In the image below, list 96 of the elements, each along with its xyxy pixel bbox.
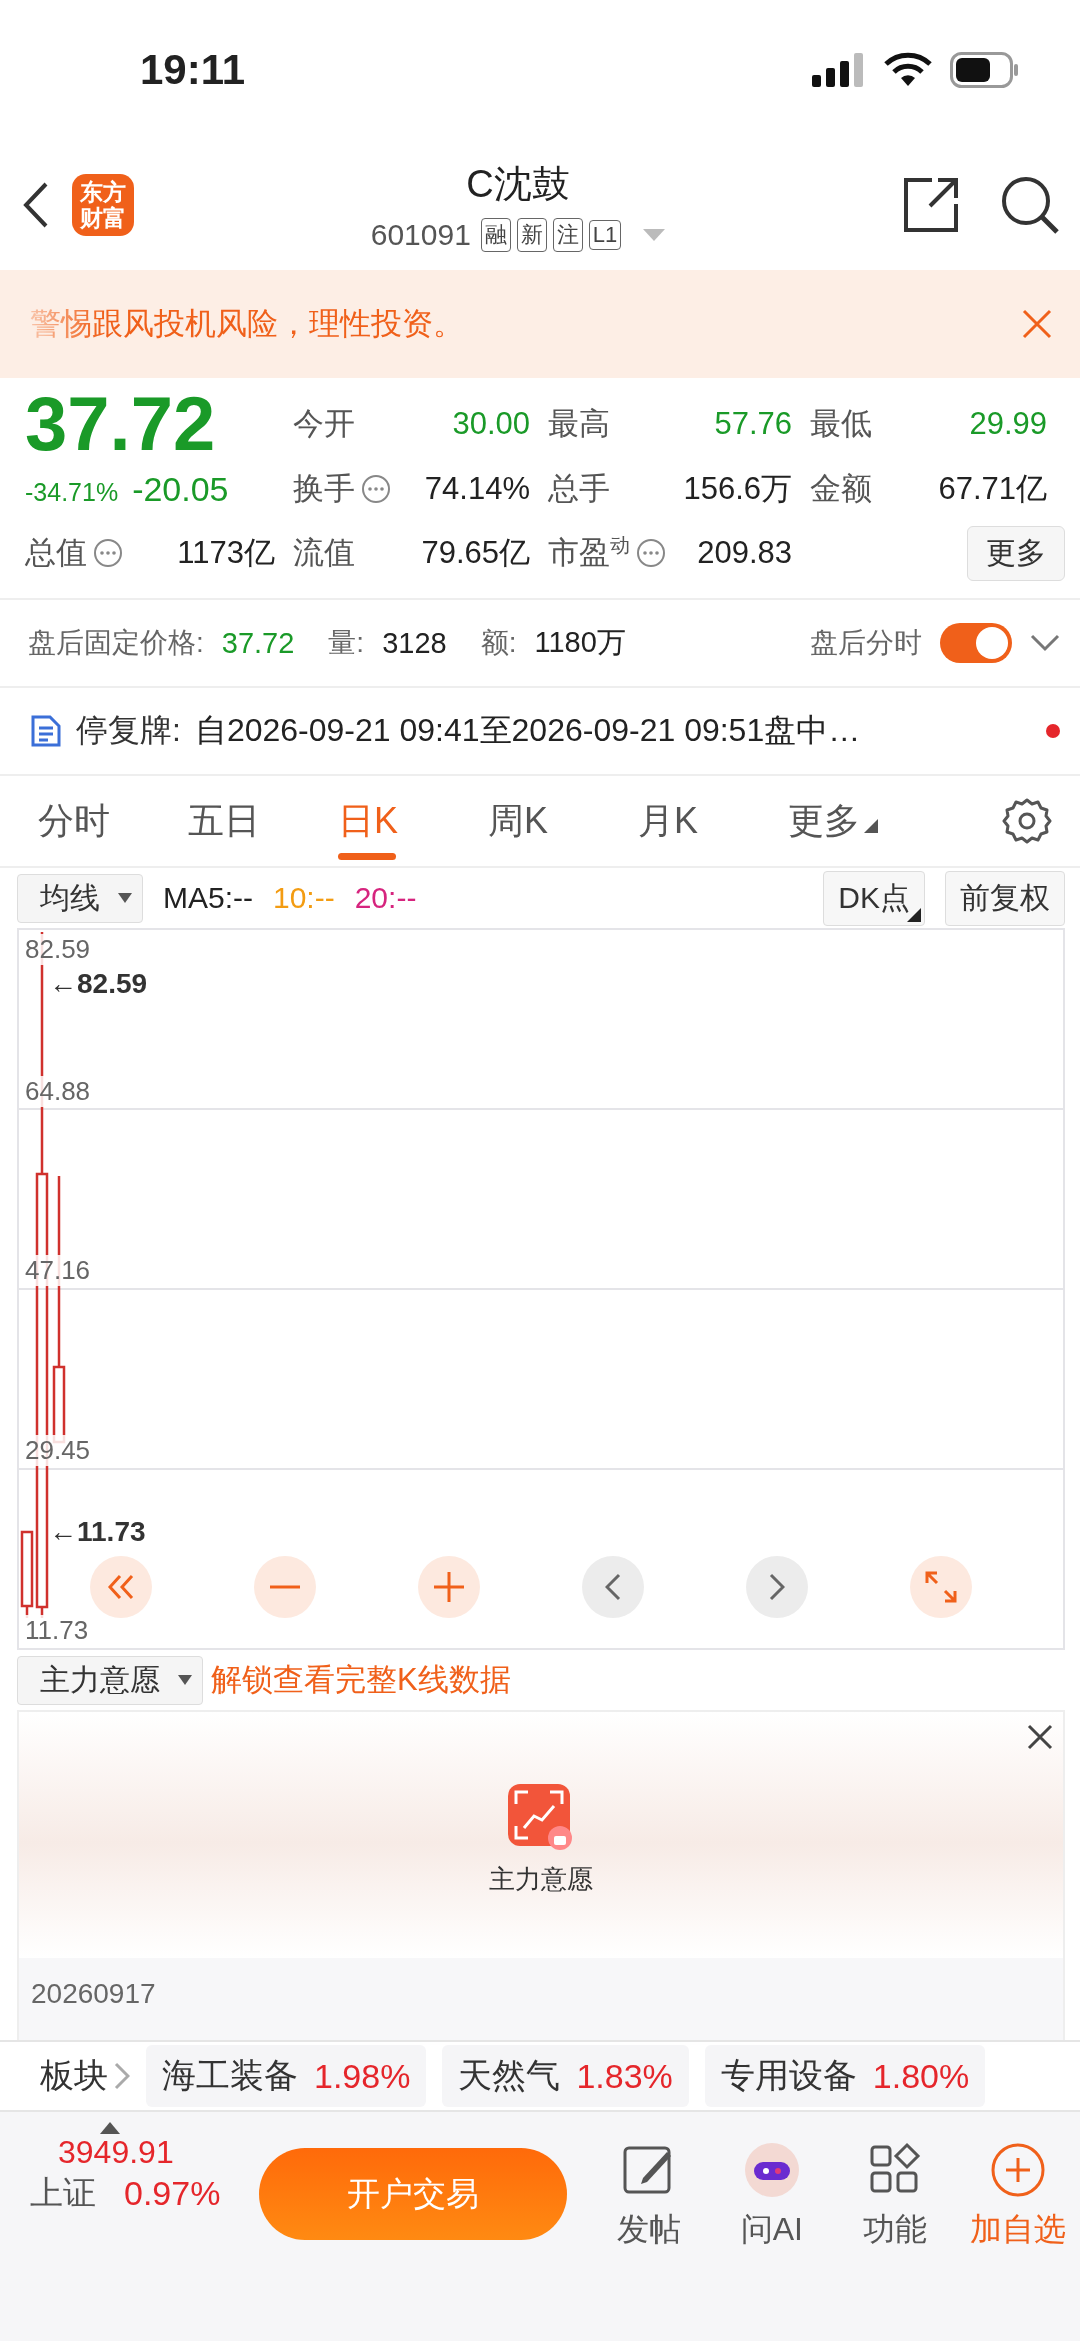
chart-tab[interactable]: 周K — [488, 786, 638, 856]
dropdown-triangle-icon — [118, 893, 132, 903]
toggle-label: 盘后分时 — [810, 626, 922, 660]
indicator-dropdown[interactable]: 主力意愿 — [17, 1655, 203, 1705]
dropdown-triangle-icon — [178, 1675, 192, 1685]
sector-chip[interactable]: 专用设备 1.80% — [704, 2045, 986, 2107]
chart-tab[interactable]: 月K — [638, 786, 788, 856]
share-button[interactable] — [902, 176, 960, 234]
chevron-right-icon — [769, 1573, 785, 1601]
chevron-right-icon[interactable] — [114, 2062, 130, 2090]
index-change: 0.97% — [124, 2174, 221, 2213]
stat-label: 市盈$^{动}$ — [548, 532, 630, 573]
corner-triangle-icon — [907, 907, 921, 922]
stat-value: 29.99 — [969, 406, 1047, 442]
more-info-icon — [93, 538, 123, 568]
moving-average-value: MA5:-- — [163, 881, 253, 915]
indicator-dropdown[interactable]: 均线 — [17, 873, 143, 923]
stat-label: 总值 — [25, 534, 87, 572]
change-amount: -20.05 — [132, 469, 229, 509]
stock-tag: 新 — [516, 217, 547, 252]
robot-avatar-icon — [743, 2142, 800, 2198]
chevron-down-icon[interactable] — [1030, 634, 1060, 652]
axis-label: 47.16 — [25, 1255, 91, 1286]
stat-label: 今开 — [293, 405, 355, 443]
index-value: 3949.91 — [58, 2134, 174, 2171]
expand-arrows-icon — [925, 1571, 957, 1603]
wifi-icon — [884, 52, 932, 88]
stock-name: C沈鼓 — [466, 161, 570, 207]
more-info-icon — [361, 474, 391, 504]
dk-point-button[interactable]: DK点 — [823, 870, 925, 926]
battery-icon — [950, 52, 1020, 88]
sector-chip[interactable]: 海工装备 1.98% — [146, 2045, 427, 2107]
stock-tag: 融 — [480, 217, 511, 252]
stat-value: 67.71亿 — [938, 470, 1047, 508]
status-time: 19:11 — [140, 46, 246, 94]
double-chevron-left-icon — [106, 1572, 136, 1602]
volume-value: 3128 — [382, 626, 447, 660]
signal-icon — [812, 53, 866, 87]
dropdown-triangle-icon — [864, 818, 878, 833]
sector-label[interactable]: 板块 — [40, 2053, 108, 2099]
chevron-left-icon — [605, 1573, 621, 1601]
stat-label: 总手 — [548, 470, 610, 508]
stock-code: 601091 — [370, 217, 471, 252]
index-name: 上证 — [30, 2173, 96, 2213]
toolbar-action[interactable]: 发帖 — [586, 2122, 711, 2252]
axis-label: 82.59 — [25, 934, 91, 965]
chart-tab[interactable]: 更多 — [788, 786, 938, 856]
stock-tag: 注 — [552, 217, 583, 252]
chart-tab[interactable]: 五日 — [188, 786, 338, 856]
up-arrow-icon — [100, 2122, 120, 2134]
after-hours-label: 盘后固定价格: — [28, 626, 204, 660]
amount-value: 1180万 — [534, 625, 626, 660]
settings-button[interactable] — [1002, 796, 1052, 846]
stat-value: 1173亿 — [177, 534, 275, 572]
panel-title: 主力意愿 — [489, 1863, 593, 1896]
stock-tag: L1 — [588, 219, 622, 250]
current-price: 37.72 — [25, 386, 217, 462]
toolbar-action[interactable]: 问AI — [710, 2122, 834, 2252]
stat-label: 换手 — [293, 470, 355, 508]
date-label: 20260917 — [31, 1978, 156, 2010]
stat-label: 金额 — [810, 470, 872, 508]
suspension-notice[interactable]: 自2026-09-21 09:41至2026-09-21 09:51盘中… — [194, 709, 1032, 753]
suspension-label: 停复牌: — [76, 711, 181, 750]
dropdown-triangle-icon[interactable] — [643, 228, 666, 241]
plus-icon — [434, 1572, 464, 1602]
axis-label: 64.88 — [25, 1075, 91, 1107]
change-percent: -34.71% — [25, 477, 119, 507]
stat-value: 30.00 — [452, 406, 530, 442]
stat-value: 209.83 — [697, 535, 792, 571]
volume-label: 量: — [328, 626, 365, 660]
moving-average-value: 20:-- — [354, 881, 417, 915]
stat-value: 74.14% — [424, 471, 530, 507]
more-info-icon — [636, 538, 666, 568]
minus-icon — [270, 1585, 300, 1589]
adjustment-button[interactable]: 前复权 — [945, 870, 1065, 926]
stat-label: 流值 — [293, 534, 355, 572]
after-hours-price: 37.72 — [221, 626, 295, 660]
risk-warning: 警惕跟风投机风险，理性投资。 — [30, 305, 464, 343]
stat-value: 79.65亿 — [421, 534, 530, 572]
toolbar-action[interactable]: 功能 — [833, 2122, 957, 2252]
stat-label: 最低 — [810, 405, 872, 443]
after-hours-toggle[interactable] — [940, 623, 1012, 663]
moving-average-value: 10:-- — [273, 881, 335, 915]
document-icon — [30, 714, 62, 748]
locked-chart-icon — [508, 1784, 574, 1850]
app-logo: 东方财富 — [72, 174, 134, 236]
amount-label: 额: — [480, 626, 517, 660]
stat-label: 最高 — [548, 405, 610, 443]
stat-value: 156.6万 — [683, 470, 792, 508]
axis-label: 29.45 — [25, 1434, 91, 1466]
more-button[interactable]: 更多 — [967, 525, 1065, 581]
chart-tab[interactable]: 分时 — [38, 786, 188, 856]
stat-value: 57.76 — [714, 406, 792, 442]
sector-chip[interactable]: 天然气 1.83% — [442, 2045, 689, 2107]
search-button[interactable] — [1000, 175, 1060, 235]
add-icon — [990, 2142, 1047, 2198]
